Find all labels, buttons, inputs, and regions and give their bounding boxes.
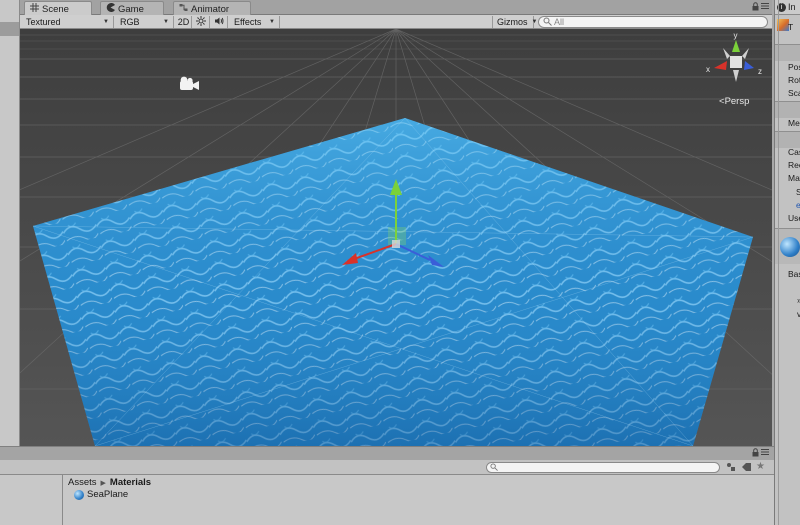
materials-label[interactable]: Mat (788, 173, 800, 183)
gizmos-label: Gizmos (497, 17, 528, 27)
project-panel-options[interactable] (752, 447, 770, 460)
panel-options[interactable] (752, 1, 770, 14)
effects-dropdown[interactable]: Effects ▼ (230, 16, 280, 28)
project-search-input[interactable] (486, 462, 720, 473)
inspector-scrollbar-edge (778, 0, 779, 525)
tab-animator-label: Animator (191, 3, 230, 15)
tab-game-label: Game (118, 3, 144, 15)
position-label: Pos (788, 62, 800, 72)
gizmo-y-label: y (734, 31, 738, 40)
gizmo-center-cube[interactable] (730, 56, 742, 68)
rotation-label: Rot (788, 75, 800, 85)
lock-icon[interactable] (752, 447, 759, 460)
breadcrumb-assets[interactable]: Assets (68, 477, 97, 488)
material-sphere-icon (74, 489, 84, 500)
scene-search-input[interactable]: All (538, 16, 768, 28)
project-assets-view[interactable]: Assets ▶ Materials SeaPlane (63, 475, 774, 525)
breadcrumb-separator-icon: ▶ (100, 479, 106, 487)
asset-item-seaplane[interactable]: SeaPlane (74, 489, 128, 500)
dropdown-arrow-icon: ▼ (269, 19, 275, 25)
project-toolbar: ★ (0, 460, 774, 475)
animator-icon (179, 3, 188, 15)
filter-by-type-icon[interactable] (726, 462, 736, 475)
tab-game[interactable]: Game (100, 1, 164, 16)
left-panel-strip (0, 0, 20, 446)
lighting-toggle[interactable] (193, 16, 210, 28)
tab-scene-label: Scene (42, 3, 69, 15)
effects-label: Effects (234, 17, 262, 27)
favorites-star-icon[interactable]: ★ (756, 461, 765, 472)
receive-shadows-label: Rec (788, 160, 800, 170)
projection-label: Persp (724, 96, 750, 107)
speaker-icon (214, 16, 224, 28)
asset-name: SeaPlane (87, 489, 129, 500)
tab-animator[interactable]: Animator (173, 1, 251, 16)
center-handle[interactable] (392, 240, 400, 248)
render-mode-dropdown[interactable]: RGB ▼ (116, 16, 174, 28)
filter-by-label-icon[interactable] (741, 462, 752, 475)
size-label: S (796, 187, 800, 197)
panel-tab-stub[interactable] (0, 22, 19, 36)
mode-2d-toggle[interactable]: 2D (176, 16, 192, 28)
gizmo-x-label: x (706, 65, 710, 74)
panel-splitter[interactable] (0, 446, 774, 460)
dropdown-arrow-icon: ▼ (103, 19, 109, 25)
scene-viewport[interactable]: y x z <Persp (20, 29, 772, 446)
mesh-label: Mes (788, 118, 800, 128)
inspector-panel: i In T Pos Rot Sca Mes Cas Rec Mat S e U… (774, 0, 800, 525)
material-preview-icon (780, 237, 800, 257)
search-placeholder: All (554, 17, 565, 27)
menu-icon[interactable] (761, 2, 769, 13)
shading-mode-value: Textured (26, 17, 61, 27)
pacman-icon (106, 3, 115, 15)
gizmos-dropdown[interactable]: Gizmos ▼ (492, 16, 537, 28)
mode-2d-label: 2D (177, 17, 190, 27)
scene-tab-bar: Scene Game Animator (20, 0, 772, 16)
element-label: e (796, 200, 800, 210)
base-label: Bas (788, 269, 800, 279)
render-mode-value: RGB (120, 17, 140, 27)
tab-scene[interactable]: Scene (24, 1, 92, 16)
search-icon (543, 17, 552, 28)
projection-toggle[interactable]: <Persp (719, 96, 749, 107)
menu-icon[interactable] (761, 448, 769, 459)
gizmo-z-label: z (758, 67, 762, 76)
dropdown-arrow-icon: ▼ (163, 19, 169, 25)
gameobject-name[interactable]: T (788, 22, 793, 32)
audio-toggle[interactable] (211, 16, 228, 28)
use-light-probes-label: Use (788, 213, 800, 223)
sun-icon (196, 16, 206, 28)
tab-inspector-label: In (788, 2, 796, 12)
lock-icon[interactable] (752, 1, 759, 14)
search-icon (490, 463, 498, 474)
grid-icon (30, 3, 39, 15)
dropdown-arrow-icon: ▼ (531, 19, 538, 25)
breadcrumb: Assets ▶ Materials (68, 477, 151, 488)
scale-label: Sca (788, 88, 800, 98)
scene-toolbar: Textured ▼ RGB ▼ 2D Effects ▼ Gizmos ▼ All (20, 15, 772, 29)
cast-shadows-label: Cas (788, 147, 800, 157)
shading-mode-dropdown[interactable]: Textured ▼ (22, 16, 114, 28)
project-folder-tree[interactable] (0, 475, 63, 525)
breadcrumb-materials[interactable]: Materials (110, 477, 151, 488)
